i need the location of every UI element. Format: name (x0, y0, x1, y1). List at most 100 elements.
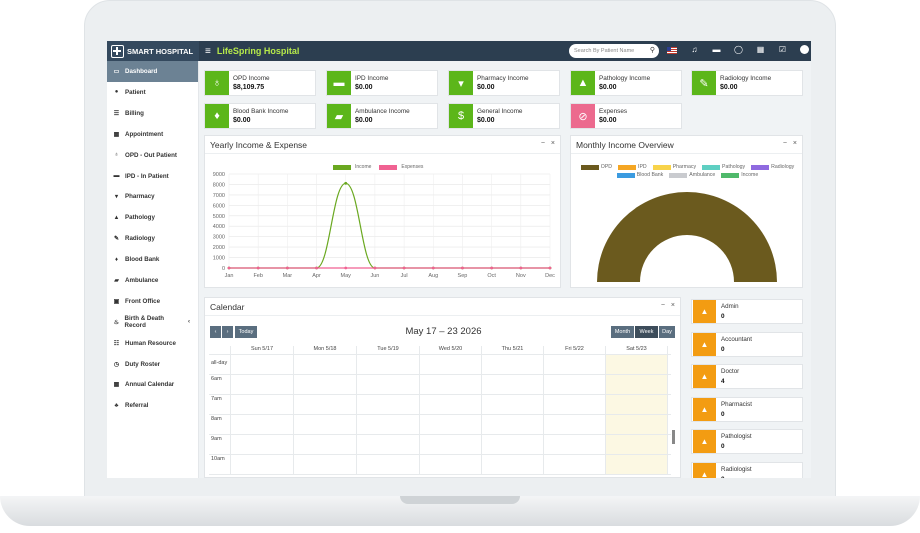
allday-slot[interactable] (294, 355, 357, 374)
sidebar-item-pharmacy[interactable]: ▾ Pharmacy (107, 186, 198, 207)
data-point-expenses[interactable] (461, 266, 464, 270)
staff-card-radiologist[interactable]: ▲ Radiologist 0 (691, 461, 803, 478)
time-slot[interactable] (357, 415, 420, 434)
sidebar-item-annual-calendar[interactable]: ▦ Annual Calendar (107, 374, 198, 395)
time-slot[interactable] (544, 375, 606, 394)
time-slot[interactable] (482, 375, 544, 394)
time-slot[interactable] (606, 375, 668, 394)
close-icon[interactable]: × (793, 140, 797, 147)
month-view-button[interactable]: Month (611, 326, 634, 338)
minimize-icon[interactable]: − (661, 302, 665, 309)
staff-card-pharmacist[interactable]: ▲ Pharmacist 0 (691, 396, 803, 422)
close-icon[interactable]: × (671, 302, 675, 309)
data-point-expenses[interactable] (519, 266, 523, 270)
data-point-expenses[interactable] (344, 266, 348, 270)
data-point-income[interactable] (344, 181, 348, 185)
sidebar-item-ipd-in-patient[interactable]: ▬ IPD - In Patient (107, 166, 198, 187)
time-slot[interactable] (420, 395, 482, 414)
allday-slot[interactable] (231, 355, 294, 374)
time-slot[interactable] (482, 435, 544, 454)
income-card-blood-bank-income[interactable]: ♦ Blood Bank Income $0.00 (204, 103, 316, 129)
time-slot[interactable] (544, 415, 606, 434)
bed-icon[interactable]: ▬ (712, 44, 721, 56)
patient-search-input[interactable]: Search By Patient Name ⚲ (569, 44, 659, 58)
sidebar-item-human-resource[interactable]: ☷ Human Resource (107, 333, 198, 354)
week-view-button[interactable]: Week (635, 326, 658, 338)
calendar-scrollbar[interactable] (672, 430, 675, 444)
data-point-expenses[interactable] (548, 266, 552, 270)
sidebar-item-patient[interactable]: ● Patient (107, 82, 198, 103)
sidebar-item-appointment[interactable]: ▦ Appointment (107, 124, 198, 145)
legend-item-pathology[interactable]: Pathology (702, 164, 745, 170)
legend-item-ipd[interactable]: IPD (618, 164, 647, 170)
data-point-expenses[interactable] (402, 266, 406, 270)
income-card-ambulance-income[interactable]: ▰ Ambulance Income $0.00 (326, 103, 438, 129)
allday-slot[interactable] (357, 355, 420, 374)
time-slot[interactable] (482, 415, 544, 434)
income-card-ipd-income[interactable]: ▬ IPD Income $0.00 (326, 70, 438, 96)
time-slot[interactable] (606, 455, 668, 474)
income-card-pharmacy-income[interactable]: ▾ Pharmacy Income $0.00 (448, 70, 560, 96)
data-point-expenses[interactable] (227, 266, 231, 270)
data-point-expenses[interactable] (256, 266, 260, 270)
time-slot[interactable] (420, 415, 482, 434)
day-view-button[interactable]: Day (659, 326, 675, 338)
search-icon[interactable]: ⚲ (650, 46, 655, 54)
sidebar-item-pathology[interactable]: ▲ Pathology (107, 207, 198, 228)
time-slot[interactable] (482, 455, 544, 474)
legend-item-income[interactable]: Income (721, 172, 758, 178)
language-flag-icon[interactable] (667, 47, 677, 54)
close-icon[interactable]: × (551, 140, 555, 147)
allday-slot[interactable] (420, 355, 482, 374)
allday-slot[interactable] (606, 355, 668, 374)
staff-card-admin[interactable]: ▲ Admin 0 (691, 299, 803, 324)
time-slot[interactable] (231, 395, 294, 414)
time-slot[interactable] (606, 415, 668, 434)
user-avatar[interactable] (800, 45, 809, 54)
time-slot[interactable] (231, 375, 294, 394)
time-slot[interactable] (357, 435, 420, 454)
whatsapp-icon[interactable]: ◯ (734, 44, 743, 56)
allday-slot[interactable] (482, 355, 544, 374)
time-slot[interactable] (420, 455, 482, 474)
time-slot[interactable] (357, 395, 420, 414)
income-card-opd-income[interactable]: ♁ OPD Income $8,109.75 (204, 70, 316, 96)
time-slot[interactable] (294, 395, 357, 414)
time-slot[interactable] (544, 435, 606, 454)
minimize-icon[interactable]: − (541, 140, 545, 147)
menu-toggle-icon[interactable]: ≡ (205, 46, 211, 57)
income-card-pathology-income[interactable]: ▲ Pathology Income $0.00 (570, 70, 682, 96)
task-check-icon[interactable]: ☑ (778, 44, 787, 56)
time-slot[interactable] (357, 375, 420, 394)
brand-logo[interactable]: SMART HOSPITAL (107, 41, 199, 61)
sidebar-item-opd-out-patient[interactable]: ♁ OPD - Out Patient (107, 145, 198, 166)
legend-item-blood-bank[interactable]: Blood Bank (616, 172, 663, 178)
staff-card-pathologist[interactable]: ▲ Pathologist 0 (691, 429, 803, 454)
time-slot[interactable] (544, 395, 606, 414)
data-point-expenses[interactable] (431, 266, 435, 270)
sidebar-item-radiology[interactable]: ✎ Radiology (107, 228, 198, 249)
legend-item-pharmacy[interactable]: Pharmacy (652, 164, 696, 170)
data-point-expenses[interactable] (285, 266, 289, 270)
staff-card-accountant[interactable]: ▲ Accountant 0 (691, 331, 803, 357)
calendar-icon[interactable]: ▦ (756, 44, 765, 56)
data-point-expenses[interactable] (373, 266, 377, 270)
sidebar-item-ambulance[interactable]: ▰ Ambulance (107, 270, 198, 291)
time-slot[interactable] (294, 375, 357, 394)
legend-item-opd[interactable]: OPD (580, 164, 612, 170)
legend-item-ambulance[interactable]: Ambulance (669, 172, 715, 178)
sidebar-item-dashboard[interactable]: ▭ Dashboard (107, 61, 198, 82)
income-card-general-income[interactable]: $ General Income $0.00 (448, 103, 560, 129)
time-slot[interactable] (482, 395, 544, 414)
time-slot[interactable] (544, 455, 606, 474)
time-slot[interactable] (294, 455, 357, 474)
time-slot[interactable] (420, 375, 482, 394)
time-slot[interactable] (231, 435, 294, 454)
sidebar-item-referral[interactable]: ♣ Referral (107, 395, 198, 416)
legend-item-radiology[interactable]: Radiology (751, 164, 794, 170)
income-card-expenses[interactable]: ⊘ Expenses $0.00 (570, 103, 682, 129)
bell-icon[interactable]: ♫ (690, 44, 699, 56)
sidebar-item-birth-death-record[interactable]: ♨ Birth & Death Record ‹ (107, 312, 198, 333)
sidebar-item-front-office[interactable]: ▣ Front Office (107, 291, 198, 312)
time-slot[interactable] (606, 395, 668, 414)
